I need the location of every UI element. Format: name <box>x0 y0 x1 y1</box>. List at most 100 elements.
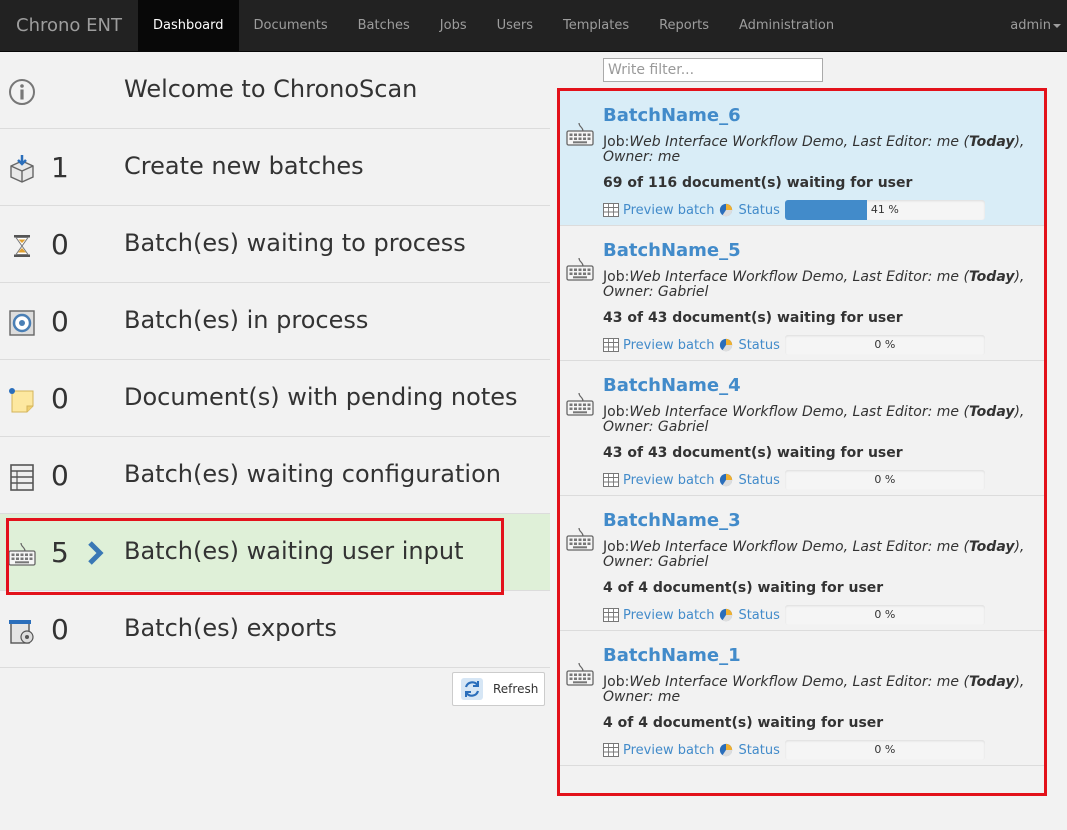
editor-prefix: , Last Editor: <box>843 539 937 555</box>
nav-documents[interactable]: Documents <box>239 0 343 52</box>
owner-prefix: Owner: <box>603 554 658 570</box>
progress-bar: 41 % <box>784 200 985 220</box>
owner-name: me <box>657 149 681 165</box>
batch-name-link[interactable]: BatchName_5 <box>603 240 741 261</box>
batch-name-link[interactable]: BatchName_1 <box>603 645 741 666</box>
owner-name: Gabriel <box>657 419 709 435</box>
process-gear-icon <box>9 310 35 336</box>
edit-date: Today <box>968 404 1015 420</box>
row-count: 1 <box>51 151 69 184</box>
owner-prefix: Owner: <box>603 419 658 435</box>
batch-actions: Preview batch Status 41 % <box>603 200 985 220</box>
status-link[interactable]: Status <box>738 743 779 758</box>
job-name: Web Interface Workflow Demo <box>629 674 844 690</box>
batch-actions: Preview batch Status 0 % <box>603 335 985 355</box>
export-icon <box>9 620 34 644</box>
preview-batch-link[interactable]: Preview batch <box>623 743 714 758</box>
row-label: Batch(es) waiting user input <box>124 537 464 565</box>
pie-chart-icon <box>720 743 733 757</box>
row-in-process[interactable]: 0 Batch(es) in process <box>0 283 550 360</box>
row-create-batches[interactable]: 1 Create new batches <box>0 129 550 206</box>
preview-batch-link[interactable]: Preview batch <box>623 338 714 353</box>
keyboard-icon <box>566 122 594 146</box>
owner-prefix: Owner: <box>603 149 658 165</box>
job-name: Web Interface Workflow Demo <box>629 539 844 555</box>
batch-name-link[interactable]: BatchName_4 <box>603 375 741 396</box>
documents-waiting: 69 of 116 document(s) waiting for user <box>603 175 913 191</box>
editor-prefix: , Last Editor: <box>843 134 937 150</box>
row-count: 0 <box>51 382 69 415</box>
documents-waiting: 4 of 4 document(s) waiting for user <box>603 580 884 596</box>
refresh-icon <box>461 678 483 700</box>
filter-input[interactable] <box>603 58 823 82</box>
brand-title[interactable]: Chrono ENT <box>0 0 138 52</box>
chevron-down-icon <box>1053 23 1061 28</box>
nav-templates[interactable]: Templates <box>548 0 644 52</box>
batch-name-link[interactable]: BatchName_3 <box>603 510 741 531</box>
owner-name: Gabriel <box>657 284 709 300</box>
preview-batch-link[interactable]: Preview batch <box>623 473 714 488</box>
last-editor: me <box>936 674 960 690</box>
row-label: Batch(es) waiting configuration <box>124 460 501 488</box>
refresh-label: Refresh <box>493 682 539 696</box>
row-pending-notes[interactable]: 0 Document(s) with pending notes <box>0 360 550 437</box>
batch-item: BatchName_6 Job:Web Interface Workflow D… <box>560 91 1044 226</box>
row-waiting-process[interactable]: 0 Batch(es) waiting to process <box>0 206 550 283</box>
configuration-list-icon <box>10 464 34 491</box>
chevron-right-icon <box>88 541 104 565</box>
batch-name-link[interactable]: BatchName_6 <box>603 105 741 126</box>
batch-list: BatchName_6 Job:Web Interface Workflow D… <box>557 88 1047 796</box>
status-link[interactable]: Status <box>738 473 779 488</box>
progress-text: 0 % <box>874 743 896 756</box>
batch-job-info: Job:Web Interface Workflow Demo, Last Ed… <box>603 270 1043 300</box>
date-open: ( <box>959 269 969 285</box>
job-name: Web Interface Workflow Demo <box>629 269 844 285</box>
date-close: ), <box>1014 269 1025 285</box>
progress-text: 41 % <box>870 203 899 216</box>
batch-actions: Preview batch Status 0 % <box>603 740 985 760</box>
pie-chart-icon <box>720 608 733 622</box>
date-close: ), <box>1014 674 1025 690</box>
batch-item: BatchName_4 Job:Web Interface Workflow D… <box>560 361 1044 496</box>
pie-chart-icon <box>720 473 733 487</box>
owner-name: me <box>657 689 681 705</box>
nav-users[interactable]: Users <box>482 0 548 52</box>
date-close: ), <box>1014 539 1025 555</box>
job-prefix: Job: <box>603 674 630 690</box>
user-menu[interactable]: admin <box>1010 0 1061 52</box>
grid-table-icon <box>603 743 619 757</box>
nav-reports[interactable]: Reports <box>644 0 724 52</box>
job-name: Web Interface Workflow Demo <box>629 134 844 150</box>
batch-job-info: Job:Web Interface Workflow Demo, Last Ed… <box>603 540 1043 570</box>
preview-batch-link[interactable]: Preview batch <box>623 608 714 623</box>
last-editor: me <box>936 404 960 420</box>
grid-table-icon <box>603 473 619 487</box>
keyboard-icon <box>8 542 36 566</box>
nav-batches[interactable]: Batches <box>343 0 425 52</box>
progress-text: 0 % <box>874 338 896 351</box>
nav-administration[interactable]: Administration <box>724 0 849 52</box>
status-link[interactable]: Status <box>738 203 779 218</box>
row-exports[interactable]: 0 Batch(es) exports <box>0 591 550 668</box>
status-link[interactable]: Status <box>738 338 779 353</box>
date-open: ( <box>959 404 969 420</box>
sticky-note-icon <box>9 388 34 413</box>
editor-prefix: , Last Editor: <box>843 404 937 420</box>
refresh-button[interactable]: Refresh <box>452 672 545 706</box>
progress-bar: 0 % <box>784 335 985 355</box>
new-batch-box-icon <box>10 155 34 183</box>
documents-waiting: 43 of 43 document(s) waiting for user <box>603 310 903 326</box>
row-count: 0 <box>51 459 69 492</box>
row-waiting-configuration[interactable]: 0 Batch(es) waiting configuration <box>0 437 550 514</box>
row-label: Batch(es) in process <box>124 306 369 334</box>
preview-batch-link[interactable]: Preview batch <box>623 203 714 218</box>
progress-text: 0 % <box>874 608 896 621</box>
edit-date: Today <box>968 539 1015 555</box>
row-welcome[interactable]: Welcome to ChronoScan <box>0 52 550 129</box>
nav-jobs[interactable]: Jobs <box>425 0 482 52</box>
nav-dashboard[interactable]: Dashboard <box>137 0 239 52</box>
date-open: ( <box>959 674 969 690</box>
row-waiting-user-input[interactable]: 5 Batch(es) waiting user input <box>0 514 550 591</box>
status-link[interactable]: Status <box>738 608 779 623</box>
keyboard-icon <box>566 662 594 686</box>
